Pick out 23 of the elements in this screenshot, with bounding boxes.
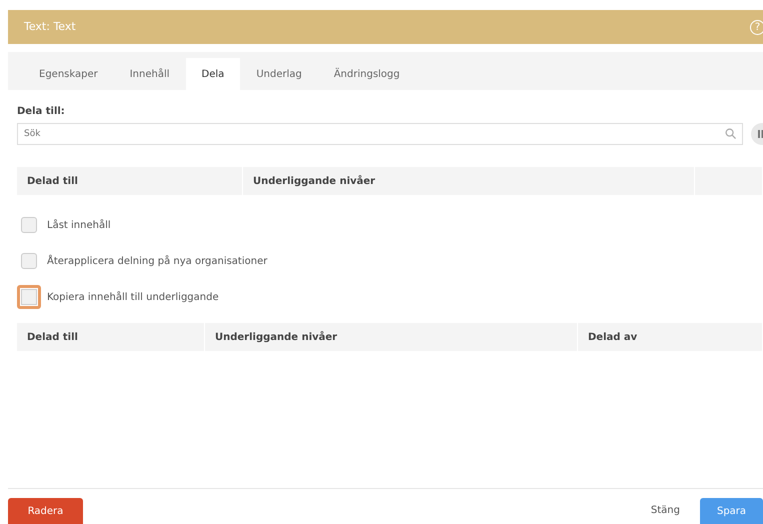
option-label: Återapplicera delning på nya organisationer <box>47 254 268 268</box>
delete-button[interactable]: Radera <box>8 498 83 524</box>
tab[interactable]: Innehåll <box>114 58 186 90</box>
checkbox[interactable] <box>21 217 37 233</box>
search-icon <box>725 128 736 139</box>
option-label: Låst innehåll <box>47 218 111 232</box>
window-title: Text: Text <box>24 18 76 35</box>
column-header: Delad till <box>17 323 205 351</box>
field-label: Dela till: <box>17 105 66 119</box>
column-header: Delad till <box>17 167 243 195</box>
column-header: Underliggande nivåer <box>243 167 695 195</box>
tab[interactable]: Underlag <box>240 58 318 90</box>
checkbox[interactable] <box>21 253 37 269</box>
save-button[interactable]: Spara <box>700 498 763 524</box>
checkbox[interactable] <box>17 285 41 309</box>
tab[interactable]: Ändringslogg <box>318 58 416 90</box>
close-button[interactable]: Stäng <box>644 502 686 519</box>
option-label: Kopiera innehåll till underliggande <box>47 290 219 304</box>
tab[interactable]: Egenskaper <box>23 58 114 90</box>
tab[interactable]: Dela <box>186 58 240 90</box>
search-field[interactable]: Sök <box>17 123 743 145</box>
column-header: Underliggande nivåer <box>205 323 578 351</box>
column-header: Delad av <box>578 323 763 351</box>
